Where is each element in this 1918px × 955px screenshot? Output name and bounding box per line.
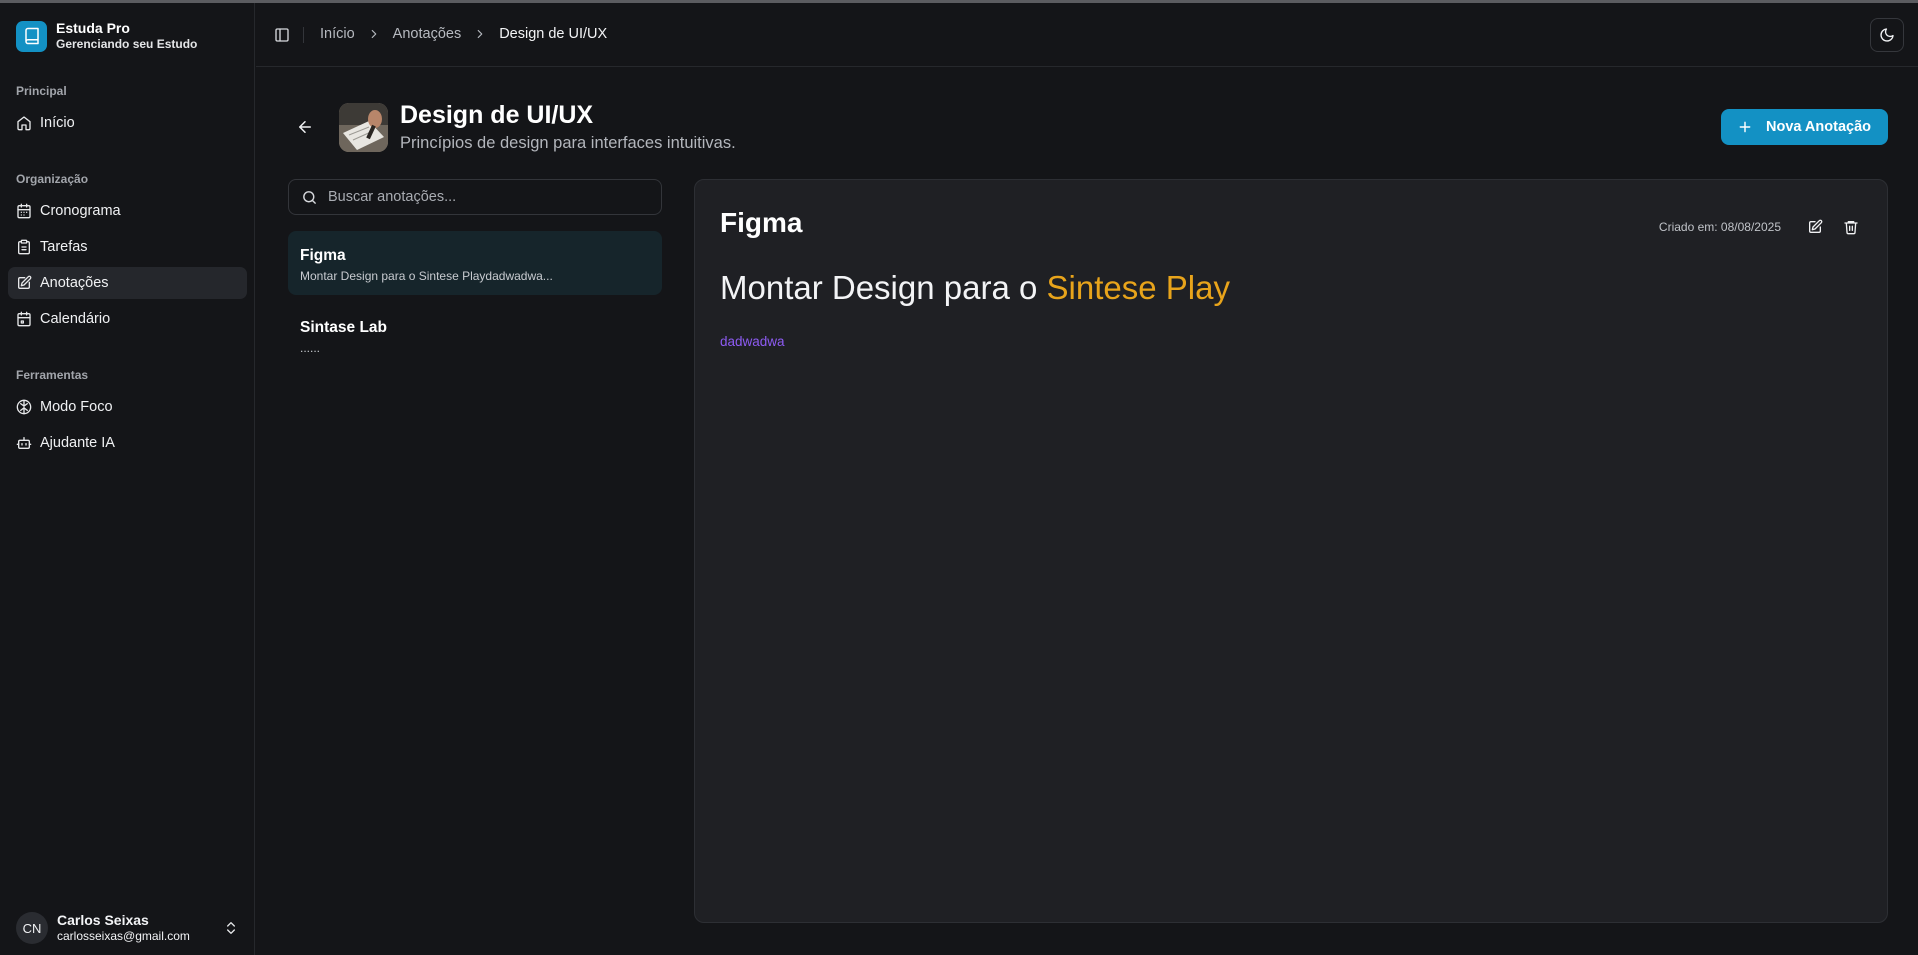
search-box — [288, 179, 662, 215]
sidebar-item-label: Ajudante IA — [40, 435, 115, 451]
group-label-principal: Principal — [16, 84, 67, 98]
bot-icon — [16, 437, 32, 449]
note-card-sintase-lab[interactable]: Sintase Lab ...... — [288, 303, 662, 367]
trash-icon — [1844, 221, 1858, 235]
chevron-right-icon — [473, 27, 487, 41]
note-heading-text: Montar Design para o — [720, 269, 1047, 306]
new-note-label: Nova Anotação — [1765, 119, 1871, 135]
group-label-organizacao: Organização — [16, 172, 89, 186]
clipboard-icon — [18, 239, 30, 255]
note-card-figma[interactable]: Figma Montar Design para o Sintese Playd… — [288, 231, 662, 295]
sidebar-item-label: Cronograma — [40, 203, 121, 219]
brand[interactable]: Estuda Pro Gerenciando seu Estudo — [16, 20, 197, 52]
sidebar-item-label: Tarefas — [40, 239, 88, 255]
user-email: carlosseixas@gmail.com — [57, 929, 190, 943]
breadcrumb-current: Design de UI/UX — [499, 26, 608, 42]
sidebar: Estuda Pro Gerenciando seu Estudo Princi… — [0, 3, 255, 955]
note-paragraph: dadwadwa — [720, 334, 785, 349]
user-name: Carlos Seixas — [57, 912, 149, 928]
brain-icon — [16, 399, 32, 415]
edit-icon — [1809, 219, 1823, 233]
edit-button[interactable] — [1801, 213, 1829, 241]
sidebar-toggle-icon[interactable] — [274, 27, 290, 43]
sidebar-item-anotacoes[interactable]: Anotações — [8, 267, 247, 299]
page-title: Design de UI/UX — [400, 101, 594, 129]
new-note-button[interactable]: Nova Anotação — [1721, 109, 1888, 145]
sidebar-item-modo-foco[interactable]: Modo Foco — [8, 391, 247, 423]
search-input[interactable] — [328, 189, 648, 205]
sidebar-item-ajudante-ia[interactable]: Ajudante IA — [8, 427, 247, 459]
sidebar-item-inicio[interactable]: Início — [8, 107, 247, 139]
breadcrumb: Início Anotações Design de UI/UX — [320, 26, 607, 42]
note-viewer: Figma Criado em: 08/08/2025 Montar Desig… — [694, 179, 1888, 923]
app-subtitle: Gerenciando seu Estudo — [56, 37, 198, 51]
group-label-ferramentas: Ferramentas — [16, 368, 89, 382]
avatar: CN — [16, 912, 48, 944]
note-heading: Montar Design para o Sintese Play — [720, 269, 1230, 307]
top-header: Início Anotações Design de UI/UX — [256, 3, 1918, 67]
search-icon — [303, 190, 316, 204]
note-heading-highlight: Sintese Play — [1046, 269, 1230, 306]
sidebar-item-cronograma[interactable]: Cronograma — [8, 195, 247, 227]
note-preview: Montar Design para o Sintese Playdadwadw… — [300, 269, 553, 283]
header-divider — [303, 27, 304, 43]
theme-toggle-button[interactable] — [1870, 18, 1904, 52]
breadcrumb-anotacoes[interactable]: Anotações — [393, 26, 462, 42]
plus-icon — [1739, 121, 1751, 133]
created-date: Criado em: 08/08/2025 — [1658, 220, 1781, 234]
subject-image — [339, 103, 388, 152]
page-subtitle: Princípios de design para interfaces int… — [400, 134, 736, 152]
moon-icon — [1880, 28, 1894, 42]
sidebar-item-label: Calendário — [40, 311, 111, 327]
chevrons-up-down-icon — [227, 922, 235, 934]
note-preview: ...... — [300, 341, 321, 355]
book-icon — [16, 20, 47, 52]
note-title: Figma — [300, 247, 346, 264]
sidebar-item-label: Início — [40, 115, 75, 131]
sidebar-item-label: Modo Foco — [40, 399, 113, 415]
chevron-right-icon — [367, 27, 381, 41]
note-title: Sintase Lab — [300, 319, 387, 336]
delete-button[interactable] — [1837, 213, 1865, 241]
calendar-icon — [17, 311, 31, 327]
sidebar-item-calendario[interactable]: Calendário — [8, 303, 247, 335]
note-viewer-title: Figma — [720, 207, 803, 238]
app-name: Estuda Pro — [56, 20, 130, 36]
sidebar-item-tarefas[interactable]: Tarefas — [8, 231, 247, 263]
arrow-left-icon[interactable] — [296, 118, 314, 136]
calendar-icon — [17, 203, 31, 219]
breadcrumb-inicio[interactable]: Início — [320, 26, 355, 42]
note-meta: Criado em: 08/08/2025 — [1659, 213, 1865, 241]
edit-note-icon — [18, 275, 32, 289]
home-icon — [17, 116, 31, 131]
sidebar-item-label: Anotações — [40, 275, 109, 291]
user-menu[interactable]: CN Carlos Seixas carlosseixas@gmail.com — [8, 906, 247, 950]
